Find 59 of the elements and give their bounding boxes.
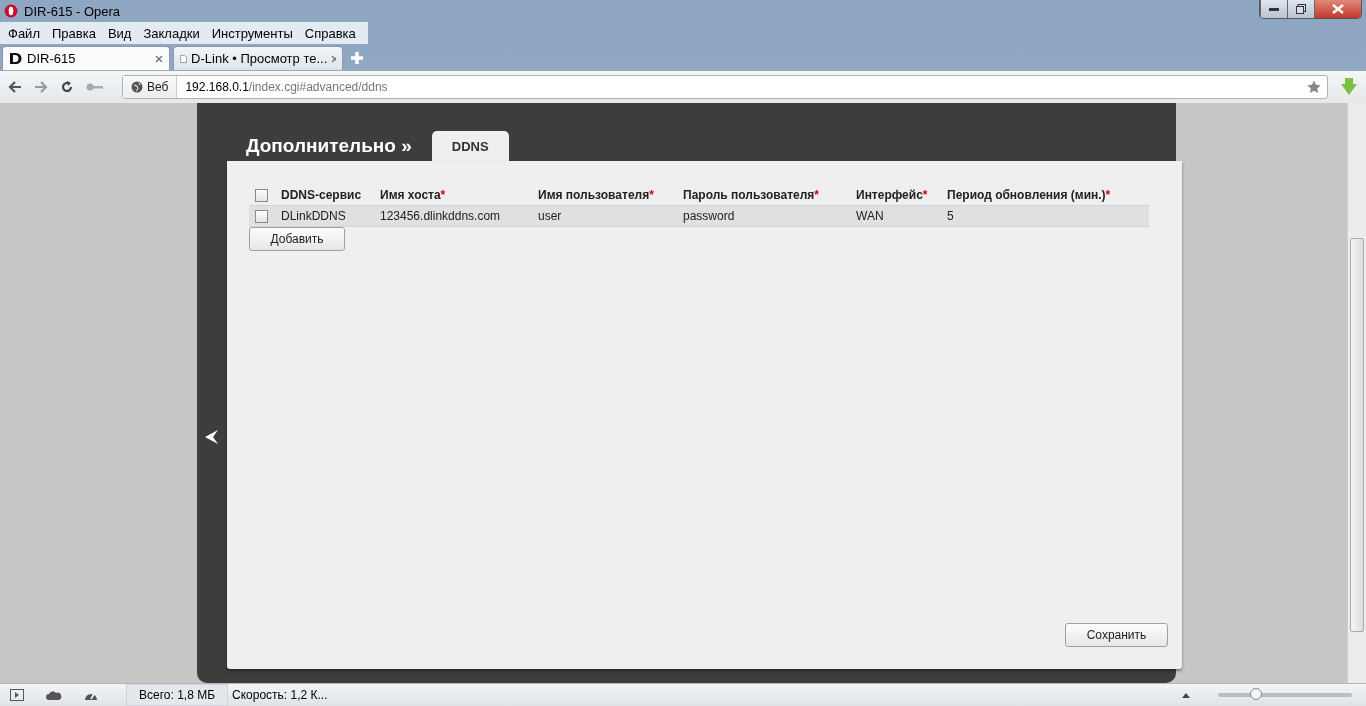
panel-icon[interactable] [10,689,24,701]
back-icon[interactable] [8,81,22,93]
star-icon[interactable] [1307,80,1321,94]
column-label: Имя пользователя [538,188,650,202]
required-mark: * [649,188,654,202]
d-logo-icon [9,52,23,65]
opera-logo-icon [4,4,18,18]
menu-item[interactable]: Закладки [139,25,208,41]
table-cell: user [538,206,683,227]
up-arrow-icon[interactable] [1182,692,1190,698]
restore-icon [1296,4,1306,14]
speed-status: Скорость: 1,2 К... [232,688,328,702]
address-field[interactable]: Веб 192.168.0.1/index.cgi#advanced/ddns [122,75,1328,99]
minimize-icon [1269,7,1279,11]
table-cell: 5 [947,206,1149,227]
select-all-checkbox[interactable] [255,188,268,202]
close-button[interactable] [1314,0,1361,18]
save-button[interactable]: Сохранить [1065,623,1168,647]
minimize-button[interactable] [1260,0,1287,18]
browser-tab[interactable]: DIR-615 [2,46,170,70]
menu-item[interactable]: Справка [300,25,364,41]
globe-icon [131,81,143,93]
required-mark: * [440,188,446,202]
cloud-icon[interactable] [46,690,62,700]
menu-item[interactable]: Инструменты [207,25,301,41]
close-icon[interactable] [331,54,336,63]
table-cell: WAN [856,206,947,227]
browser-tab[interactable]: D-Link • Просмотр те... [173,46,343,70]
required-mark: * [814,188,819,202]
url-text: 192.168.0.1/index.cgi#advanced/ddns [184,80,389,94]
table-cell: password [683,206,856,227]
column-label: Имя хоста [380,188,441,202]
restore-button[interactable] [1287,0,1314,18]
column-label: Пароль пользователя [683,188,815,202]
window-title: DIR-615 - Opera [24,3,121,19]
close-icon[interactable] [155,54,163,63]
new-tab-icon[interactable] [350,51,364,65]
column-label: Период обновления (мин.) [947,188,1106,202]
add-button[interactable]: Добавить [249,227,345,251]
menu-item[interactable]: Вид [103,25,140,41]
scrollbar[interactable] [1347,103,1366,683]
web-label: Веб [147,80,169,94]
required-mark: * [922,188,928,202]
page-tab[interactable]: DDNS [431,131,509,161]
close-icon [1332,4,1344,14]
reload-icon[interactable] [60,80,74,94]
menu-item[interactable]: Файл [4,25,48,41]
row-checkbox[interactable] [255,209,268,223]
column-label: DDNS-сервис [281,188,362,202]
page-heading: Дополнительно » [246,135,412,158]
table-cell: DLinkDDNS [281,206,380,227]
forward-icon[interactable] [34,81,48,93]
column-label: Интерфейс [856,188,923,202]
menu-item[interactable]: Правка [47,25,104,41]
required-mark: * [1105,188,1111,202]
table-cell: 123456.dlinkddns.com [380,206,538,227]
total-status: Всего: 1,8 МБ [126,684,229,706]
collapse-arrow-icon[interactable] [205,430,219,444]
zoom-thumb[interactable] [1249,688,1262,700]
